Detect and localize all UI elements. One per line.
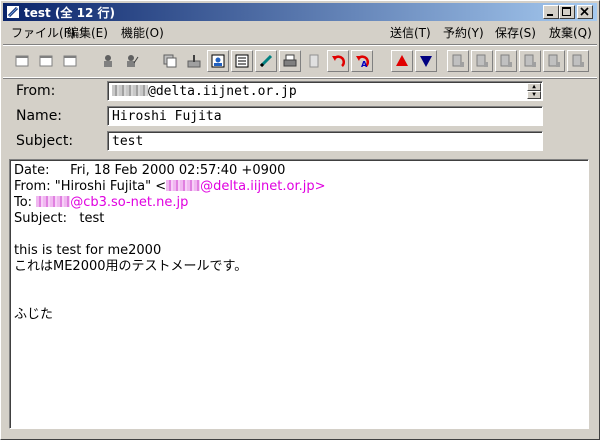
toolbar: A (3, 44, 597, 78)
menu-edit[interactable]: 編集(E) (67, 24, 108, 41)
subject-label: Subject: (16, 133, 74, 149)
arrow-up-icon (396, 55, 408, 66)
document-icon (548, 54, 560, 67)
toolbar-button-19[interactable] (495, 50, 517, 72)
window-title: test (全 12 行) (24, 6, 115, 20)
next-message-button[interactable] (415, 50, 437, 72)
toolbar-button-14[interactable]: A (351, 50, 373, 72)
body-from-line: From: "Hiroshi Fujita" < @delta.iijnet.or… (14, 179, 588, 195)
toolbar-button-4[interactable] (97, 50, 119, 72)
attachment-icon (309, 54, 319, 68)
body-text-line-1: this is test for me2000 (14, 243, 162, 258)
body-subject-line: Subject: test (14, 211, 105, 226)
document-icon (572, 54, 584, 67)
document-icon (524, 54, 536, 67)
name-field[interactable]: Hiroshi Fujita (107, 106, 543, 126)
list-icon (235, 54, 249, 68)
document-icon (476, 54, 488, 67)
menu-file[interactable]: ファイル(F) (11, 24, 75, 41)
toolbar-button-13[interactable] (327, 50, 349, 72)
reply-all-icon: A (356, 55, 369, 68)
toolbar-button-5[interactable] (121, 50, 143, 72)
svg-text:A: A (361, 60, 368, 68)
minimize-icon (547, 14, 553, 16)
inbox-icon (187, 55, 201, 68)
body-from-domain: @delta.iijnet.or.jp> (200, 179, 326, 194)
body-to-domain: @cb3.so-net.ne.jp (70, 195, 189, 210)
redacted-text (112, 85, 148, 96)
name-label: Name: (16, 108, 63, 124)
document-icon (452, 54, 464, 67)
arrow-down-icon (420, 56, 432, 67)
close-icon (580, 7, 589, 16)
toolbar-button-1[interactable] (11, 50, 33, 72)
menu-bar: ファイル(F) 編集(E) 機能(O) 送信(T) 予約(Y) 保存(S) 放棄… (3, 22, 597, 41)
maximize-button[interactable] (559, 5, 575, 19)
menu-schedule[interactable]: 予約(Y) (443, 24, 484, 41)
redacted-text (36, 196, 71, 207)
toolbar-button-22[interactable] (567, 50, 589, 72)
title-bar[interactable]: test (全 12 行) (3, 3, 597, 21)
window-list-icon (63, 55, 77, 67)
close-button[interactable] (577, 5, 593, 19)
reply-icon (332, 55, 345, 67)
body-text-line-2: これはME2000用のテストメールです。 (14, 259, 248, 274)
message-body[interactable]: Date: Fri, 18 Feb 2000 02:57:40 +0900 Fro… (9, 159, 589, 429)
body-date-line: Date: Fri, 18 Feb 2000 02:57:40 +0900 (14, 163, 286, 178)
maximize-icon (562, 7, 571, 16)
toolbar-button-17[interactable] (447, 50, 469, 72)
body-to-line: To: @cb3.so-net.ne.jp (14, 195, 588, 211)
pencil-icon (7, 6, 19, 18)
body-signature: ふじた (14, 307, 54, 322)
subject-field[interactable]: test (107, 131, 543, 151)
from-field[interactable]: @delta.iijnet.or.jp ▲ ▼ (107, 81, 543, 101)
menu-discard[interactable]: 放棄(Q) (549, 24, 592, 41)
toolbar-button-7[interactable] (183, 50, 205, 72)
window-list-icon (39, 55, 53, 67)
toolbar-button-11[interactable] (279, 50, 301, 72)
toolbar-button-3[interactable] (59, 50, 81, 72)
toolbar-button-12[interactable] (303, 50, 325, 72)
toolbar-button-6[interactable] (159, 50, 181, 72)
spin-down-icon[interactable]: ▼ (527, 91, 541, 99)
subject-value: test (112, 134, 144, 149)
copy-icon (163, 54, 177, 68)
toolbar-button-21[interactable] (543, 50, 565, 72)
from-spinner[interactable]: ▲ ▼ (527, 83, 541, 99)
toolbar-button-9[interactable] (231, 50, 253, 72)
from-label: From: (16, 83, 56, 99)
printer-icon (283, 54, 297, 67)
toolbar-button-2[interactable] (35, 50, 57, 72)
spin-up-icon[interactable]: ▲ (527, 83, 541, 91)
from-value: @delta.iijnet.or.jp (148, 84, 297, 99)
menu-save[interactable]: 保存(S) (495, 24, 536, 41)
toolbar-button-8[interactable] (207, 50, 229, 72)
toolbar-button-20[interactable] (519, 50, 541, 72)
menu-function[interactable]: 機能(O) (121, 24, 164, 41)
address-book-icon (211, 54, 225, 68)
window-list-icon (15, 55, 29, 67)
minimize-button[interactable] (543, 5, 559, 19)
body-from-prefix: From: "Hiroshi Fujita" < (14, 179, 167, 194)
pencil-icon (259, 54, 273, 68)
name-value: Hiroshi Fujita (112, 109, 222, 124)
body-to-prefix: To: (14, 195, 37, 210)
menu-send[interactable]: 送信(T) (390, 24, 431, 41)
toolbar-button-10[interactable] (255, 50, 277, 72)
redacted-text (166, 180, 201, 191)
previous-message-button[interactable] (391, 50, 413, 72)
document-icon (500, 54, 512, 67)
mail-compose-window: test (全 12 行) ファイル(F) 編集(E) 機能(O) 送信(T) … (0, 0, 600, 440)
person-icon (104, 55, 112, 67)
toolbar-button-18[interactable] (471, 50, 493, 72)
person-edit-icon (127, 55, 139, 67)
